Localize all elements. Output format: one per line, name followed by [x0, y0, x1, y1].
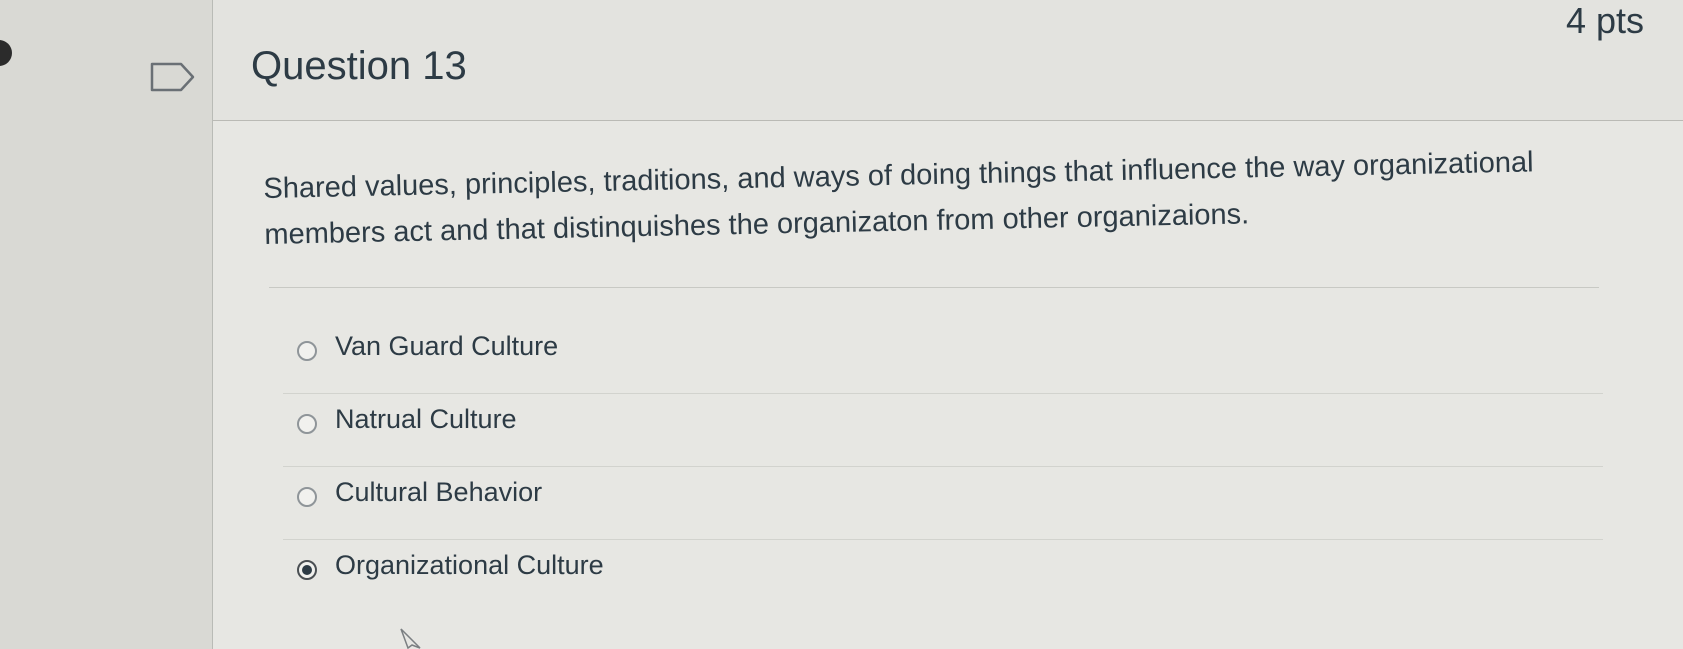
question-body: Shared values, principles, traditions, a…: [213, 121, 1683, 649]
answer-list: Van Guard Culture Natrual Culture Cultur…: [283, 321, 1603, 612]
answer-label[interactable]: Cultural Behavior: [335, 477, 542, 508]
mouse-pointer-icon: [400, 628, 421, 649]
flag-question-icon[interactable]: [150, 62, 196, 92]
answer-option-natrual-culture[interactable]: Natrual Culture: [283, 393, 1603, 466]
radio-button-selected[interactable]: [297, 560, 317, 580]
edge-indicator-icon: [0, 40, 12, 66]
answer-option-cultural-behavior[interactable]: Cultural Behavior: [283, 466, 1603, 539]
answer-option-organizational-culture[interactable]: Organizational Culture: [283, 539, 1603, 612]
answer-option-van-guard-culture[interactable]: Van Guard Culture: [283, 321, 1603, 393]
question-title: Question 13: [251, 44, 467, 88]
radio-button[interactable]: [297, 487, 317, 507]
radio-button[interactable]: [297, 341, 317, 361]
answer-label[interactable]: Organizational Culture: [335, 550, 604, 581]
radio-button[interactable]: [297, 414, 317, 434]
question-prompt: Shared values, principles, traditions, a…: [263, 146, 1534, 251]
answers-divider: [269, 287, 1599, 288]
question-points: 4 pts: [1565, 0, 1644, 41]
answer-label[interactable]: Natrual Culture: [335, 404, 517, 435]
answer-label[interactable]: Van Guard Culture: [335, 331, 558, 362]
question-header: Question 13 4 pts: [213, 0, 1683, 121]
question-card: Question 13 4 pts Shared values, princip…: [212, 0, 1683, 649]
